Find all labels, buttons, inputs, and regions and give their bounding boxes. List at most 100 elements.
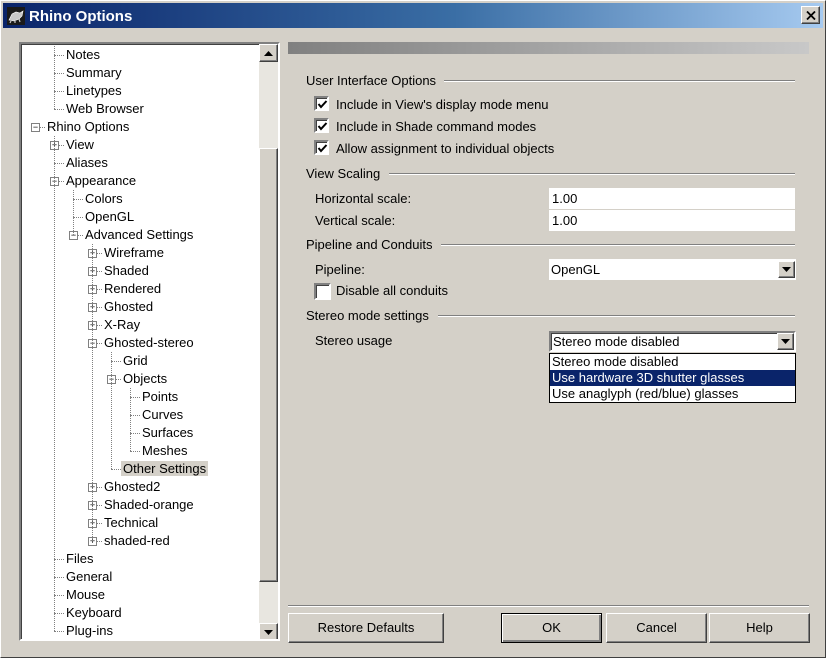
horizontal-scale-input[interactable]: 1.00 (549, 188, 795, 209)
tree-item-label: Technical (104, 515, 159, 530)
tree-item[interactable]: Ghosted-stereo (102, 334, 196, 352)
tree-item[interactable]: Curves (140, 406, 185, 424)
check-individual-objects[interactable] (314, 140, 329, 155)
tree-item-label: Files (66, 551, 94, 566)
tree-item[interactable]: Surfaces (140, 424, 195, 442)
tree-item[interactable]: Other Settings (121, 460, 209, 478)
tree-connector (73, 217, 83, 218)
tree-item-label: Ghosted-stereo (104, 335, 194, 350)
title-bar[interactable]: Rhino Options (3, 3, 823, 28)
tree-scrollbar[interactable] (259, 44, 278, 639)
tree-item[interactable]: Ghosted (102, 298, 155, 316)
vertical-scale-label: Vertical scale: (315, 213, 396, 228)
tree-item-label: Meshes (142, 443, 188, 458)
ok-button[interactable]: OK (501, 613, 602, 643)
checkmark-icon (317, 122, 328, 131)
check-disable-conduits[interactable] (314, 283, 331, 300)
stereo-option-shutter[interactable]: Use hardware 3D shutter glasses (550, 370, 795, 386)
tree-item[interactable]: Ghosted2 (102, 478, 162, 496)
pipeline-select[interactable]: OpenGL (549, 259, 796, 280)
tree-item-label: Shaded-orange (104, 497, 194, 512)
pipeline-title: Pipeline and Conduits (306, 237, 433, 252)
tree-connector (54, 91, 64, 92)
tree-item[interactable]: Colors (83, 190, 125, 208)
pipeline-dropdown-button[interactable] (778, 261, 795, 278)
stereo-usage-select[interactable]: Stereo mode disabled (549, 331, 796, 352)
check-shade-command[interactable] (314, 118, 329, 133)
tree-item[interactable]: Keyboard (64, 604, 124, 622)
tree-item-label: View (66, 137, 94, 152)
stereo-dropdown-button[interactable] (777, 333, 794, 350)
check-individual-objects-label: Allow assignment to individual objects (336, 141, 555, 156)
tree-guide (54, 136, 55, 631)
tree-connector (54, 613, 64, 614)
tree-item-label: Aliases (66, 155, 108, 170)
restore-defaults-button[interactable]: Restore Defaults (288, 613, 444, 643)
tree-guide (54, 46, 55, 109)
scroll-up-button[interactable] (259, 44, 278, 62)
collapse-icon[interactable]: − (31, 123, 40, 132)
tree-item-label: General (66, 569, 113, 584)
tree-item[interactable]: Web Browser (64, 100, 146, 118)
tree-item[interactable]: Objects (121, 370, 169, 388)
close-icon (805, 10, 816, 20)
pipeline-label: Pipeline: (315, 262, 365, 277)
tree-item-label: Grid (123, 353, 148, 368)
tree-item[interactable]: Notes (64, 46, 102, 64)
tree-connector (54, 559, 64, 560)
tree-item[interactable]: Technical (102, 514, 160, 532)
cancel-button[interactable]: Cancel (606, 613, 707, 643)
tree-item[interactable]: Shaded-orange (102, 496, 196, 514)
tree-item[interactable]: Points (140, 388, 180, 406)
tree-item[interactable]: Linetypes (64, 82, 124, 100)
tree-item-label: Advanced Settings (85, 227, 194, 242)
check-display-mode-menu[interactable] (314, 96, 329, 111)
tree-item-label: OpenGL (85, 209, 135, 224)
close-button[interactable] (801, 6, 820, 24)
tree-guide (92, 244, 93, 541)
tree-item-label: Other Settings (121, 461, 209, 476)
tree-item-label: shaded-red (104, 533, 170, 548)
tree-item-label: Mouse (66, 587, 106, 602)
tree-connector (54, 109, 64, 110)
tree-item-label: Rendered (104, 281, 162, 296)
scroll-thumb[interactable] (259, 148, 278, 582)
tree-item[interactable]: Appearance (64, 172, 138, 190)
tree-item[interactable]: Aliases (64, 154, 110, 172)
tree-item[interactable]: Wireframe (102, 244, 166, 262)
help-button[interactable]: Help (709, 613, 810, 643)
options-tree[interactable]: Notes Summary Linetypes Web Browser − Rhino O… (19, 42, 280, 641)
tree-item[interactable]: Files (64, 550, 95, 568)
stereo-option-anaglyph[interactable]: Use anaglyph (red/blue) glasses (550, 386, 795, 402)
tree-connector (54, 577, 64, 578)
tree-item[interactable]: Advanced Settings (83, 226, 195, 244)
tree-item-label: Wireframe (104, 245, 164, 260)
tree-item[interactable]: Summary (64, 64, 124, 82)
check-display-mode-menu-label: Include in View's display mode menu (336, 97, 549, 112)
tree-item[interactable]: X-Ray (102, 316, 142, 334)
tree-item[interactable]: Mouse (64, 586, 107, 604)
tree-item[interactable]: General (64, 568, 114, 586)
tree-item[interactable]: View (64, 136, 96, 154)
tree-item[interactable]: OpenGL (83, 208, 136, 226)
tree-item-label: Surfaces (142, 425, 194, 440)
stereo-option-disabled[interactable]: Stereo mode disabled (550, 354, 795, 370)
tree-item[interactable]: Plug-ins (64, 622, 115, 639)
tree-list: Notes Summary Linetypes Web Browser − Rhino O… (21, 44, 259, 639)
arrow-up-icon (264, 50, 273, 56)
tree-item[interactable]: Rhino Options (45, 118, 131, 136)
tree-item[interactable]: Shaded (102, 262, 151, 280)
tree-item[interactable]: shaded-red (102, 532, 172, 550)
tree-item-label: Ghosted2 (104, 479, 161, 494)
stereo-usage-label: Stereo usage (315, 333, 393, 348)
tree-item-label: Web Browser (66, 101, 144, 116)
tree-item[interactable]: Meshes (140, 442, 190, 460)
tree-connector (130, 397, 140, 398)
scroll-down-button[interactable] (259, 623, 278, 639)
horizontal-scale-label: Horizontal scale: (315, 191, 412, 206)
tree-guide (111, 352, 112, 469)
tree-item[interactable]: Grid (121, 352, 150, 370)
tree-connector (54, 73, 64, 74)
tree-item[interactable]: Rendered (102, 280, 163, 298)
vertical-scale-input[interactable]: 1.00 (549, 210, 795, 231)
